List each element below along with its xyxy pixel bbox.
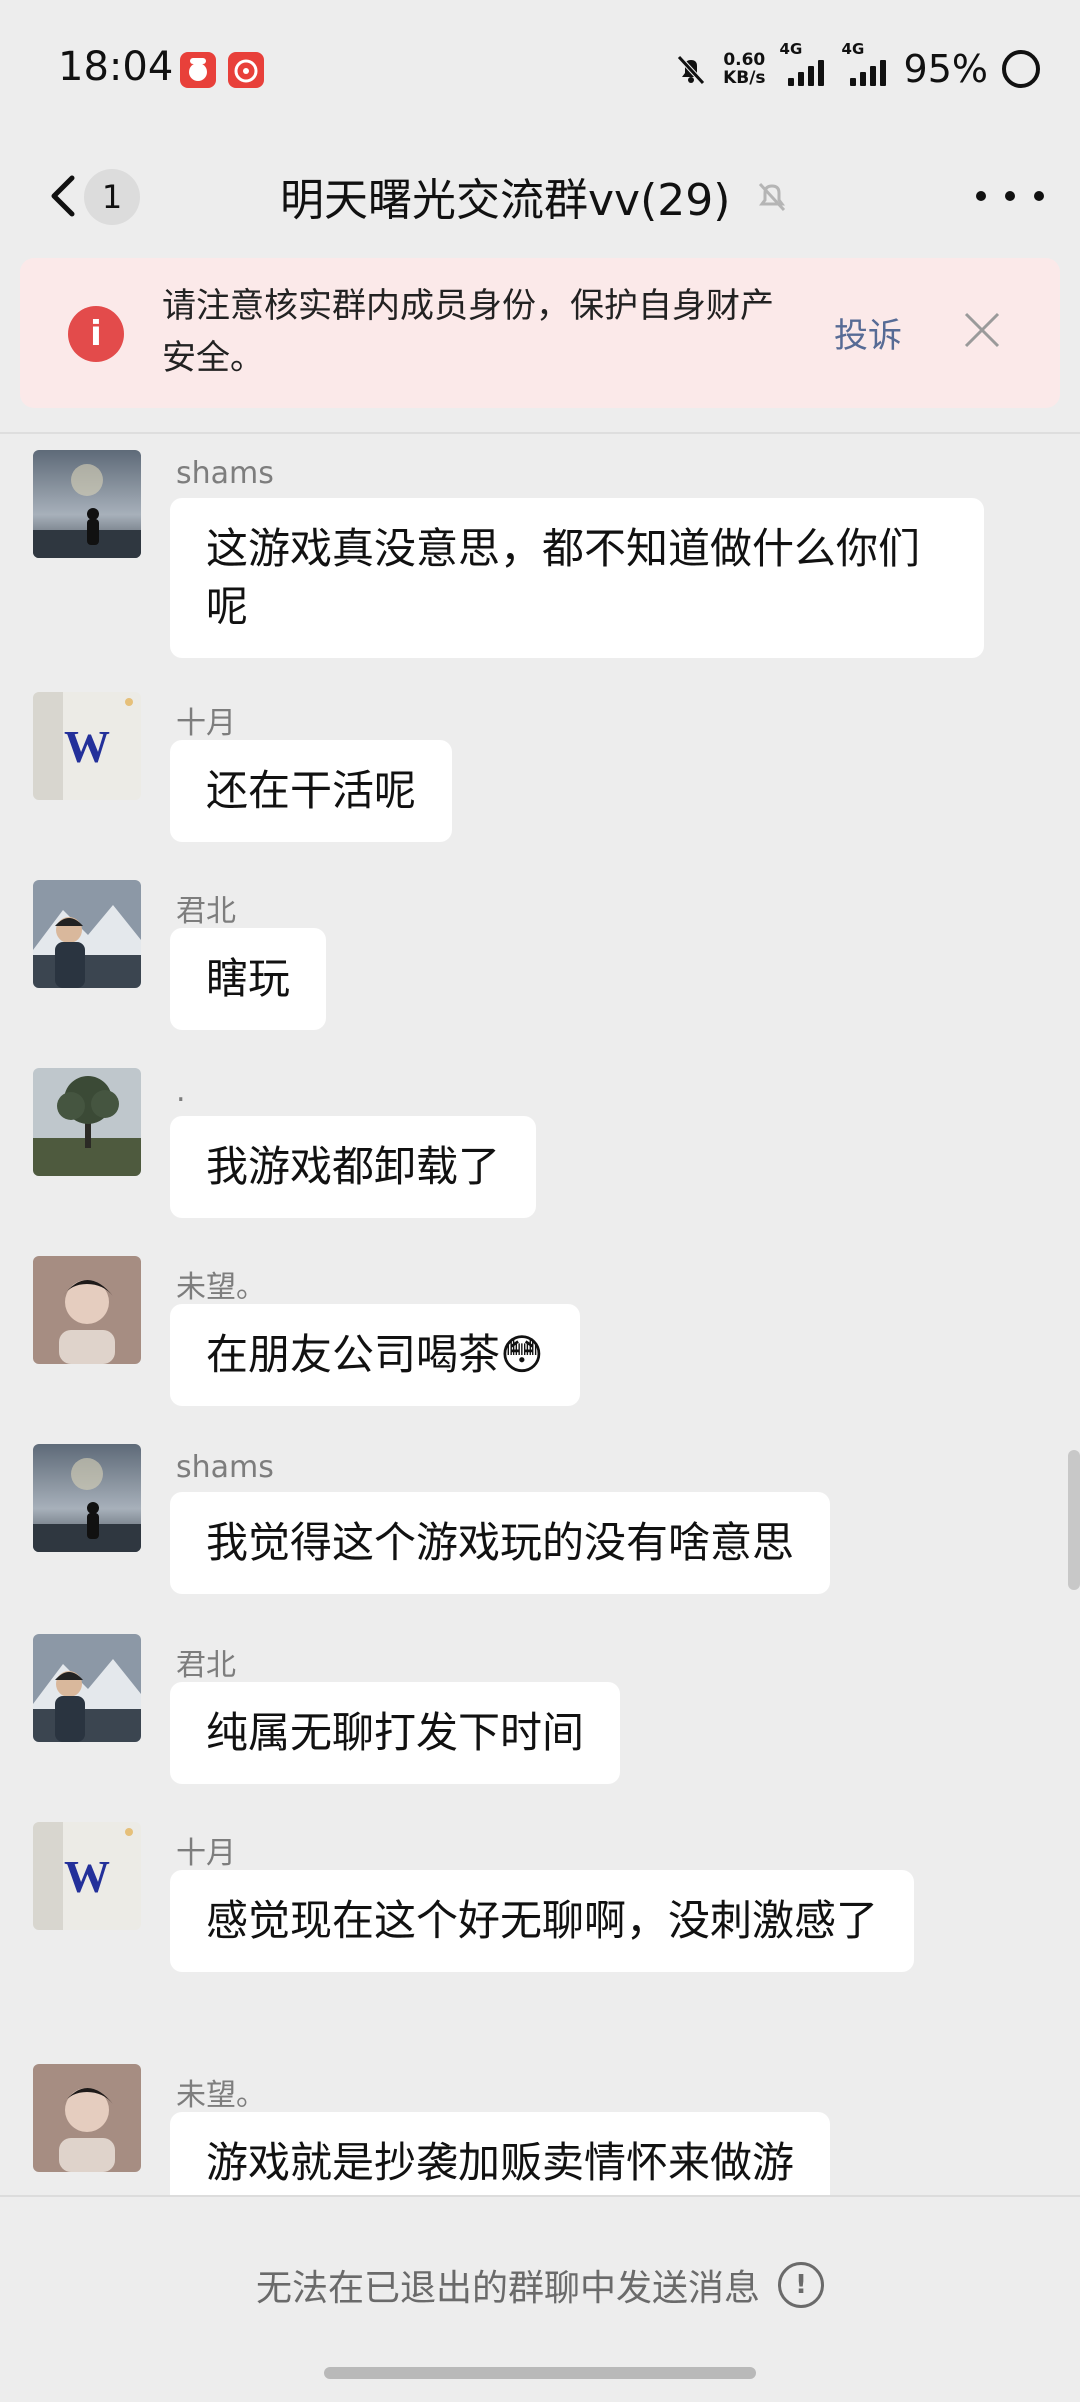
- message-bubble[interactable]: 纯属无聊打发下时间: [170, 1682, 621, 1784]
- complain-link[interactable]: 投诉: [834, 308, 902, 357]
- exited-notice-text: 无法在已退出的群聊中发送消息: [255, 2268, 760, 2309]
- input-disabled-area: 无法在已退出的群聊中发送消息 !: [0, 2195, 1080, 2402]
- message-bubble[interactable]: 我觉得这个游戏玩的没有啥意思: [170, 1492, 831, 1594]
- avatar[interactable]: [33, 1256, 141, 1364]
- status-bar: 18:04 0.60 KB/s 4G 4G 95%: [0, 0, 1080, 140]
- message-row: 未望。 游戏就是抄袭加贩卖情怀来做游: [0, 2064, 1080, 2195]
- sender-name: shams: [176, 456, 274, 491]
- sender-name: 未望。: [176, 2078, 266, 2113]
- close-icon[interactable]: [960, 308, 1004, 352]
- message-bubble[interactable]: 我游戏都卸载了: [170, 1116, 537, 1218]
- sender-name: 君北: [176, 894, 236, 929]
- more-options-icon[interactable]: [976, 178, 1044, 214]
- exclamation-icon[interactable]: !: [778, 2262, 824, 2308]
- app-notification-icon: [180, 52, 216, 88]
- music-app-icon: [228, 52, 264, 88]
- avatar[interactable]: [33, 450, 141, 558]
- scrollbar[interactable]: [1068, 1450, 1080, 1590]
- message-bubble[interactable]: 瞎玩: [170, 928, 327, 1030]
- battery-ring-icon: [1002, 50, 1040, 88]
- sender-name: .: [176, 1074, 186, 1109]
- sim2-label: 4G: [841, 40, 865, 58]
- unread-count-badge[interactable]: 1: [84, 169, 140, 225]
- sender-name: 未望。: [176, 1270, 266, 1305]
- network-speed: 0.60 KB/s: [723, 51, 765, 87]
- message-bubble[interactable]: 还在干活呢: [170, 740, 453, 842]
- net-speed-unit: KB/s: [723, 68, 766, 88]
- exited-group-notice: 无法在已退出的群聊中发送消息 !: [0, 2259, 1080, 2311]
- message-bubble[interactable]: 游戏就是抄袭加贩卖情怀来做游: [170, 2112, 831, 2195]
- svg-text:W: W: [64, 1851, 110, 1902]
- avatar[interactable]: W: [33, 1822, 141, 1930]
- home-indicator[interactable]: [324, 2367, 756, 2379]
- avatar[interactable]: [33, 2064, 141, 2172]
- chat-title-group[interactable]: 明天曙光交流群vv(29): [280, 164, 792, 228]
- message-bubble[interactable]: 在朋友公司喝茶😳: [170, 1304, 580, 1406]
- avatar[interactable]: [33, 1068, 141, 1176]
- message-bubble[interactable]: 感觉现在这个好无聊啊，没刺激感了: [170, 1870, 915, 1972]
- banner-text: 请注意核实群内成员身份，保护自身财产安全。: [162, 286, 774, 378]
- status-icons: 0.60 KB/s 4G 4G 95%: [673, 40, 1040, 94]
- net-speed-value: 0.60: [723, 50, 766, 70]
- sender-name: 君北: [176, 1648, 236, 1683]
- battery-level: 95%: [903, 47, 988, 91]
- avatar[interactable]: W: [33, 692, 141, 800]
- safety-warning-banner: i 请注意核实群内成员身份，保护自身财产安全。 投诉: [20, 258, 1060, 408]
- sender-name: shams: [176, 1450, 274, 1485]
- muted-bell-icon: [759, 182, 786, 212]
- sim1-label: 4G: [779, 40, 803, 58]
- sim2-signal-icon: 4G: [842, 40, 890, 86]
- sender-name: 十月: [176, 706, 236, 741]
- svg-text:W: W: [64, 721, 110, 772]
- divider: [0, 432, 1080, 434]
- warning-icon: i: [68, 306, 124, 362]
- message-bubble[interactable]: 这游戏真没意思，都不知道做什么你们呢: [170, 498, 984, 658]
- mute-bell-icon: [677, 55, 705, 85]
- sim1-signal-icon: 4G: [780, 40, 828, 86]
- chat-title: 明天曙光交流群vv(29): [280, 175, 731, 226]
- clock: 18:04: [58, 44, 174, 90]
- avatar[interactable]: [33, 1444, 141, 1552]
- chat-header: 1 明天曙光交流群vv(29): [0, 140, 1080, 252]
- sender-name: 十月: [176, 1836, 236, 1871]
- avatar[interactable]: [33, 1634, 141, 1742]
- avatar[interactable]: [33, 880, 141, 988]
